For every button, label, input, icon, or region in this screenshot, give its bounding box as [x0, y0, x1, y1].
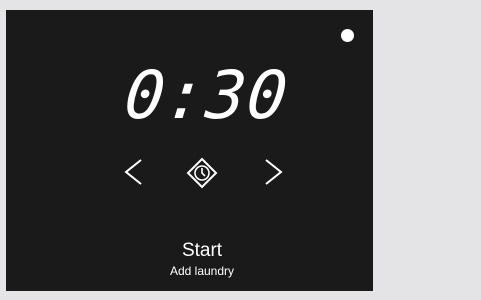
screen-frame: 0:30 Start Add laundry — [0, 0, 481, 300]
start-button[interactable]: Start — [152, 241, 252, 261]
time-display: 0:30 — [121, 57, 293, 134]
previous-button[interactable] — [121, 155, 147, 189]
add-laundry-label: Add laundry — [169, 264, 235, 278]
status-indicator-dot — [341, 29, 354, 42]
timer-button[interactable] — [185, 156, 219, 190]
next-button[interactable] — [260, 155, 286, 189]
chevron-right-icon — [265, 159, 283, 185]
timer-diamond-icon — [186, 157, 218, 189]
chevron-left-icon — [124, 159, 142, 185]
